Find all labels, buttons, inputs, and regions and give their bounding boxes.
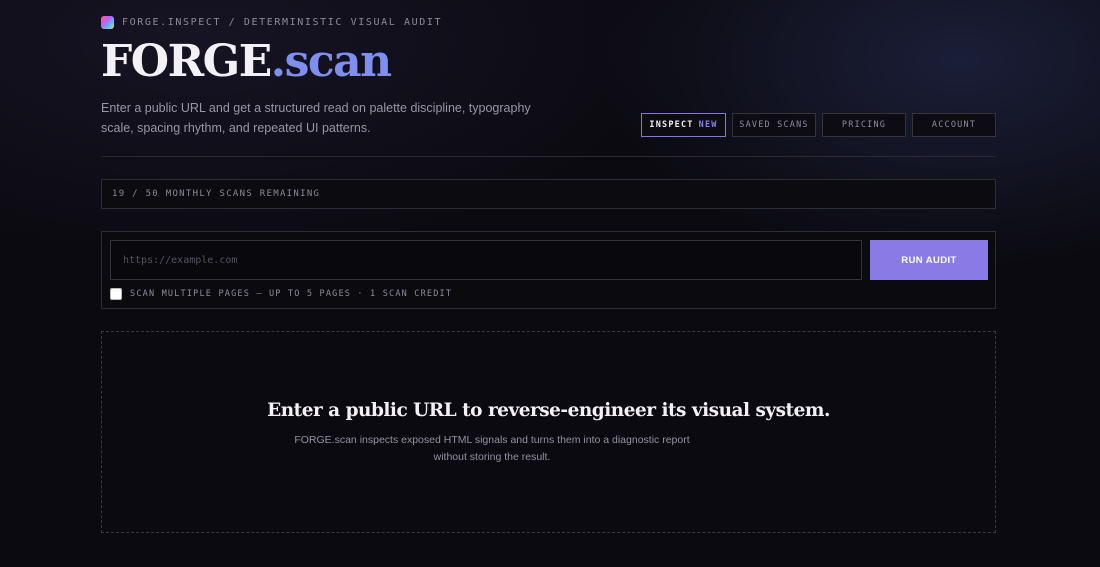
multi-page-label: SCAN MULTIPLE PAGES — UP TO 5 PAGES · 1 … (130, 289, 453, 299)
page-subtitle: Enter a public URL and get a structured … (101, 101, 531, 135)
url-input[interactable] (110, 240, 862, 280)
page-title: FORGE.scan (101, 34, 392, 90)
nav-pricing-label: PRICING (841, 120, 887, 130)
nav-account-button[interactable]: ACCOUNT (912, 113, 996, 137)
nav-saved-scans-label: SAVED SCANS (739, 120, 809, 130)
multi-page-checkbox[interactable] (110, 288, 122, 300)
page: FORGE.INSPECT / DETERMINISTIC VISUAL AUD… (101, 0, 996, 567)
empty-state-description: FORGE.scan inspects exposed HTML signals… (294, 434, 690, 463)
breadcrumb: FORGE.INSPECT / DETERMINISTIC VISUAL AUD… (101, 15, 442, 29)
title-main: FORGE (101, 36, 272, 87)
scan-quota-text: 19 / 50 MONTHLY SCANS REMAINING (112, 189, 321, 199)
title-accent: .scan (270, 36, 392, 87)
multi-page-option[interactable]: SCAN MULTIPLE PAGES — UP TO 5 PAGES · 1 … (110, 288, 452, 300)
header-divider (101, 156, 996, 157)
nav-inspect-label: INSPECT (649, 120, 694, 130)
nav-saved-scans-button[interactable]: SAVED SCANS (732, 113, 816, 137)
new-badge: NEW (698, 120, 718, 130)
audit-form: RUN AUDIT SCAN MULTIPLE PAGES — UP TO 5 … (101, 231, 996, 309)
nav-account-label: ACCOUNT (931, 120, 977, 130)
nav-inspect-button[interactable]: INSPECT NEW (641, 113, 726, 137)
empty-state-heading: Enter a public URL to reverse-engineer i… (267, 400, 830, 421)
logo-icon (101, 15, 114, 29)
scan-quota-bar: 19 / 50 MONTHLY SCANS REMAINING (101, 179, 996, 209)
breadcrumb-text: FORGE.INSPECT / DETERMINISTIC VISUAL AUD… (122, 16, 443, 28)
run-audit-button[interactable]: RUN AUDIT (870, 240, 988, 280)
nav-pricing-button[interactable]: PRICING (822, 113, 906, 137)
top-nav: INSPECT NEW SAVED SCANS PRICING ACCOUNT (641, 113, 996, 137)
empty-state-panel: Enter a public URL to reverse-engineer i… (101, 331, 996, 533)
